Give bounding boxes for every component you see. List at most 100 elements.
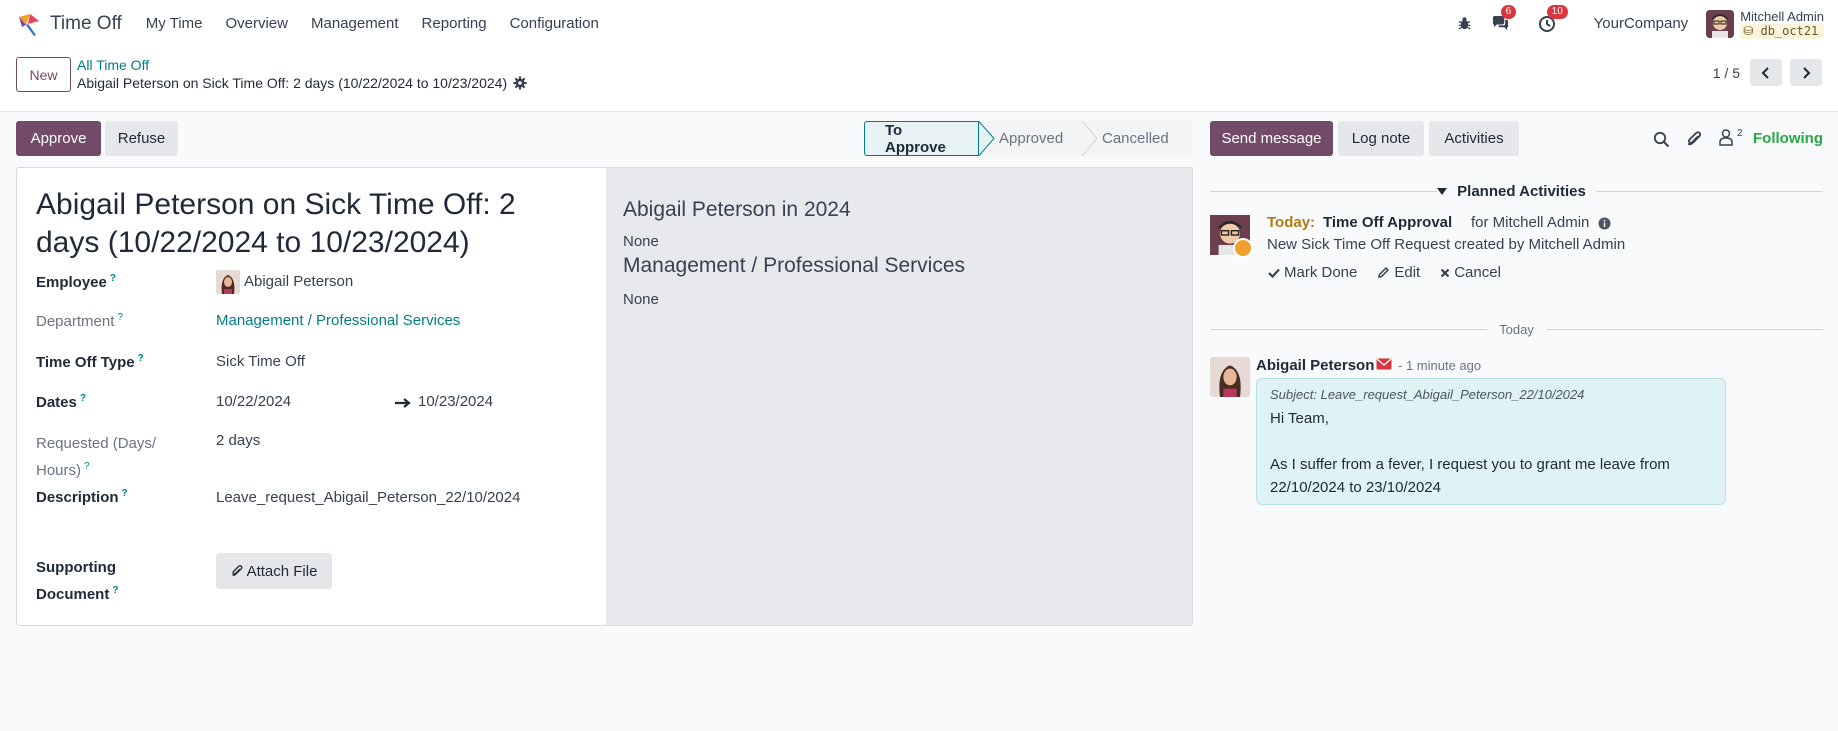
menu-configuration[interactable]: Configuration	[510, 15, 599, 32]
arrow-right-icon	[395, 398, 411, 408]
caret-down-icon	[1437, 187, 1448, 195]
activity-clock-icon	[1233, 238, 1253, 258]
activity-actions: Mark Done Edit Cancel	[1268, 264, 1501, 281]
paperclip-icon	[231, 565, 243, 576]
message-author-avatar[interactable]	[1210, 357, 1250, 397]
user-icon	[1719, 129, 1733, 146]
user-avatar[interactable]	[1706, 9, 1735, 38]
gear-icon[interactable]	[513, 76, 527, 90]
employee-field[interactable]: Abigail Peterson	[216, 270, 353, 294]
employee-name: Abigail Peterson	[244, 272, 354, 290]
edit-activity-button[interactable]: Edit	[1377, 264, 1420, 281]
top-navbar: Time Off My Time Overview Management Rep…	[0, 0, 1838, 47]
message-bubble: Subject: Leave_request_Abigail_Peterson_…	[1256, 378, 1726, 505]
stage-arrow-active	[979, 121, 995, 156]
department-heading: Management / Professional Services	[623, 254, 965, 277]
allocation-side-panel: Abigail Peterson in 2024 None Management…	[606, 168, 1192, 625]
user-menu[interactable]: Mitchell Admin ⛁ db_oct21	[1740, 9, 1824, 39]
app-name[interactable]: Time Off	[50, 13, 122, 35]
pager: 1 / 5	[1713, 59, 1822, 86]
message-subject: Subject: Leave_request_Abigail_Peterson_…	[1270, 387, 1585, 402]
record-title: Abigail Peterson on Sick Time Off: 2 day…	[77, 75, 508, 91]
time-off-type-label: Time Off Type?	[36, 353, 144, 371]
attach-file-button[interactable]: Attach File	[216, 553, 332, 589]
activities-button[interactable]: Activities	[1429, 121, 1519, 156]
employee-year-value: None	[623, 233, 659, 250]
time-off-app-icon[interactable]	[16, 11, 42, 37]
planned-activities-header[interactable]: Planned Activities	[1210, 183, 1823, 200]
following-toggle[interactable]: Following	[1753, 130, 1823, 147]
cancel-activity-button[interactable]: Cancel	[1440, 264, 1501, 281]
search-icon[interactable]	[1653, 131, 1670, 148]
attach-file-label: Attach File	[246, 562, 318, 580]
followers-button[interactable]: 2	[1718, 128, 1743, 146]
stage-to-approve[interactable]: To Approve	[864, 121, 979, 156]
breadcrumb-current-record: Abigail Peterson on Sick Time Off: 2 day…	[77, 75, 527, 91]
date-to-field[interactable]: 10/23/2024	[418, 393, 493, 410]
description-label: Description?	[36, 488, 128, 506]
supporting-document-label: Supporting Document?	[36, 559, 119, 603]
messages-icon[interactable]: 6	[1490, 4, 1517, 35]
department-value: None	[623, 291, 659, 308]
breadcrumb-all-time-off[interactable]: All Time Off	[77, 57, 149, 73]
new-button[interactable]: New	[16, 57, 71, 92]
envelope-icon	[1376, 358, 1392, 370]
pager-value[interactable]: 1 / 5	[1713, 65, 1740, 81]
menu-management[interactable]: Management	[311, 15, 399, 32]
activities-count-badge: 10	[1546, 4, 1568, 19]
followers-count: 2	[1737, 128, 1743, 139]
database-name: ⛁ db_oct21	[1740, 23, 1824, 39]
date-separator: Today	[1210, 322, 1824, 337]
approve-button[interactable]: Approve	[16, 121, 101, 156]
check-icon	[1268, 268, 1280, 278]
activity-due-label: Today:	[1267, 214, 1316, 231]
main-menu: My Time Overview Management Reporting Co…	[146, 15, 599, 32]
employee-avatar	[216, 270, 240, 294]
send-message-button[interactable]: Send message	[1210, 121, 1333, 156]
dates-label: Dates?	[36, 393, 86, 411]
systray: 6 10 YourCompany Mitchell Admin ⛁ db_oct…	[1454, 0, 1824, 47]
status-stages: To Approve Approved Cancelled	[864, 121, 1192, 156]
requested-label: Requested (Days/Hours)?	[36, 435, 157, 479]
menu-overview[interactable]: Overview	[225, 15, 288, 32]
chevron-right-icon	[1803, 66, 1811, 79]
employee-year-heading: Abigail Peterson in 2024	[623, 198, 851, 221]
messages-count-badge: 6	[1500, 4, 1517, 19]
time-off-type-field[interactable]: Sick Time Off	[216, 353, 305, 370]
form-sheet: Abigail Peterson on Sick Time Off: 2 day…	[16, 167, 1193, 626]
message-body: Hi Team, As I suffer from a fever, I req…	[1270, 410, 1670, 496]
control-panel: New All Time Off Abigail Peterson on Sic…	[0, 47, 1838, 112]
date-separator-label: Today	[1499, 322, 1534, 337]
mark-done-button[interactable]: Mark Done	[1268, 264, 1357, 281]
stage-arrow-separator	[1082, 121, 1098, 156]
pager-previous-button[interactable]	[1750, 59, 1782, 86]
form-title[interactable]: Abigail Peterson on Sick Time Off: 2 day…	[36, 186, 576, 262]
attachments-paperclip-icon[interactable]	[1686, 130, 1702, 148]
message-time: - 1 minute ago	[1398, 358, 1482, 373]
close-icon	[1440, 268, 1450, 277]
message-author[interactable]: Abigail Peterson	[1256, 357, 1374, 374]
requested-duration-field[interactable]: 2 days	[216, 432, 260, 449]
description-field[interactable]: Leave_request_Abigail_Peterson_22/10/202…	[216, 489, 520, 506]
department-link[interactable]: Management / Professional Services	[216, 312, 460, 329]
form-main: Abigail Peterson on Sick Time Off: 2 day…	[17, 168, 606, 625]
log-note-button[interactable]: Log note	[1338, 121, 1424, 156]
refuse-button[interactable]: Refuse	[105, 121, 178, 156]
menu-reporting[interactable]: Reporting	[422, 15, 487, 32]
activity-assignee: for Mitchell Admin	[1471, 214, 1611, 231]
menu-my-time[interactable]: My Time	[146, 15, 203, 32]
pager-next-button[interactable]	[1790, 59, 1822, 86]
department-label: Department?	[36, 312, 123, 330]
info-icon[interactable]	[1598, 217, 1611, 230]
employee-label: Employee?	[36, 273, 116, 291]
pencil-icon	[1378, 266, 1390, 278]
debug-bug-icon[interactable]	[1454, 13, 1476, 35]
date-from-field[interactable]: 10/22/2024	[216, 393, 291, 410]
company-switcher[interactable]: YourCompany	[1594, 15, 1689, 32]
chevron-left-icon	[1761, 66, 1769, 79]
activity-type: Time Off Approval	[1323, 214, 1453, 231]
activity-note: New Sick Time Off Request created by Mit…	[1267, 236, 1626, 253]
user-name: Mitchell Admin	[1740, 8, 1824, 24]
planned-activities-title: Planned Activities	[1457, 183, 1586, 200]
activities-clock-icon[interactable]: 10	[1536, 4, 1568, 35]
